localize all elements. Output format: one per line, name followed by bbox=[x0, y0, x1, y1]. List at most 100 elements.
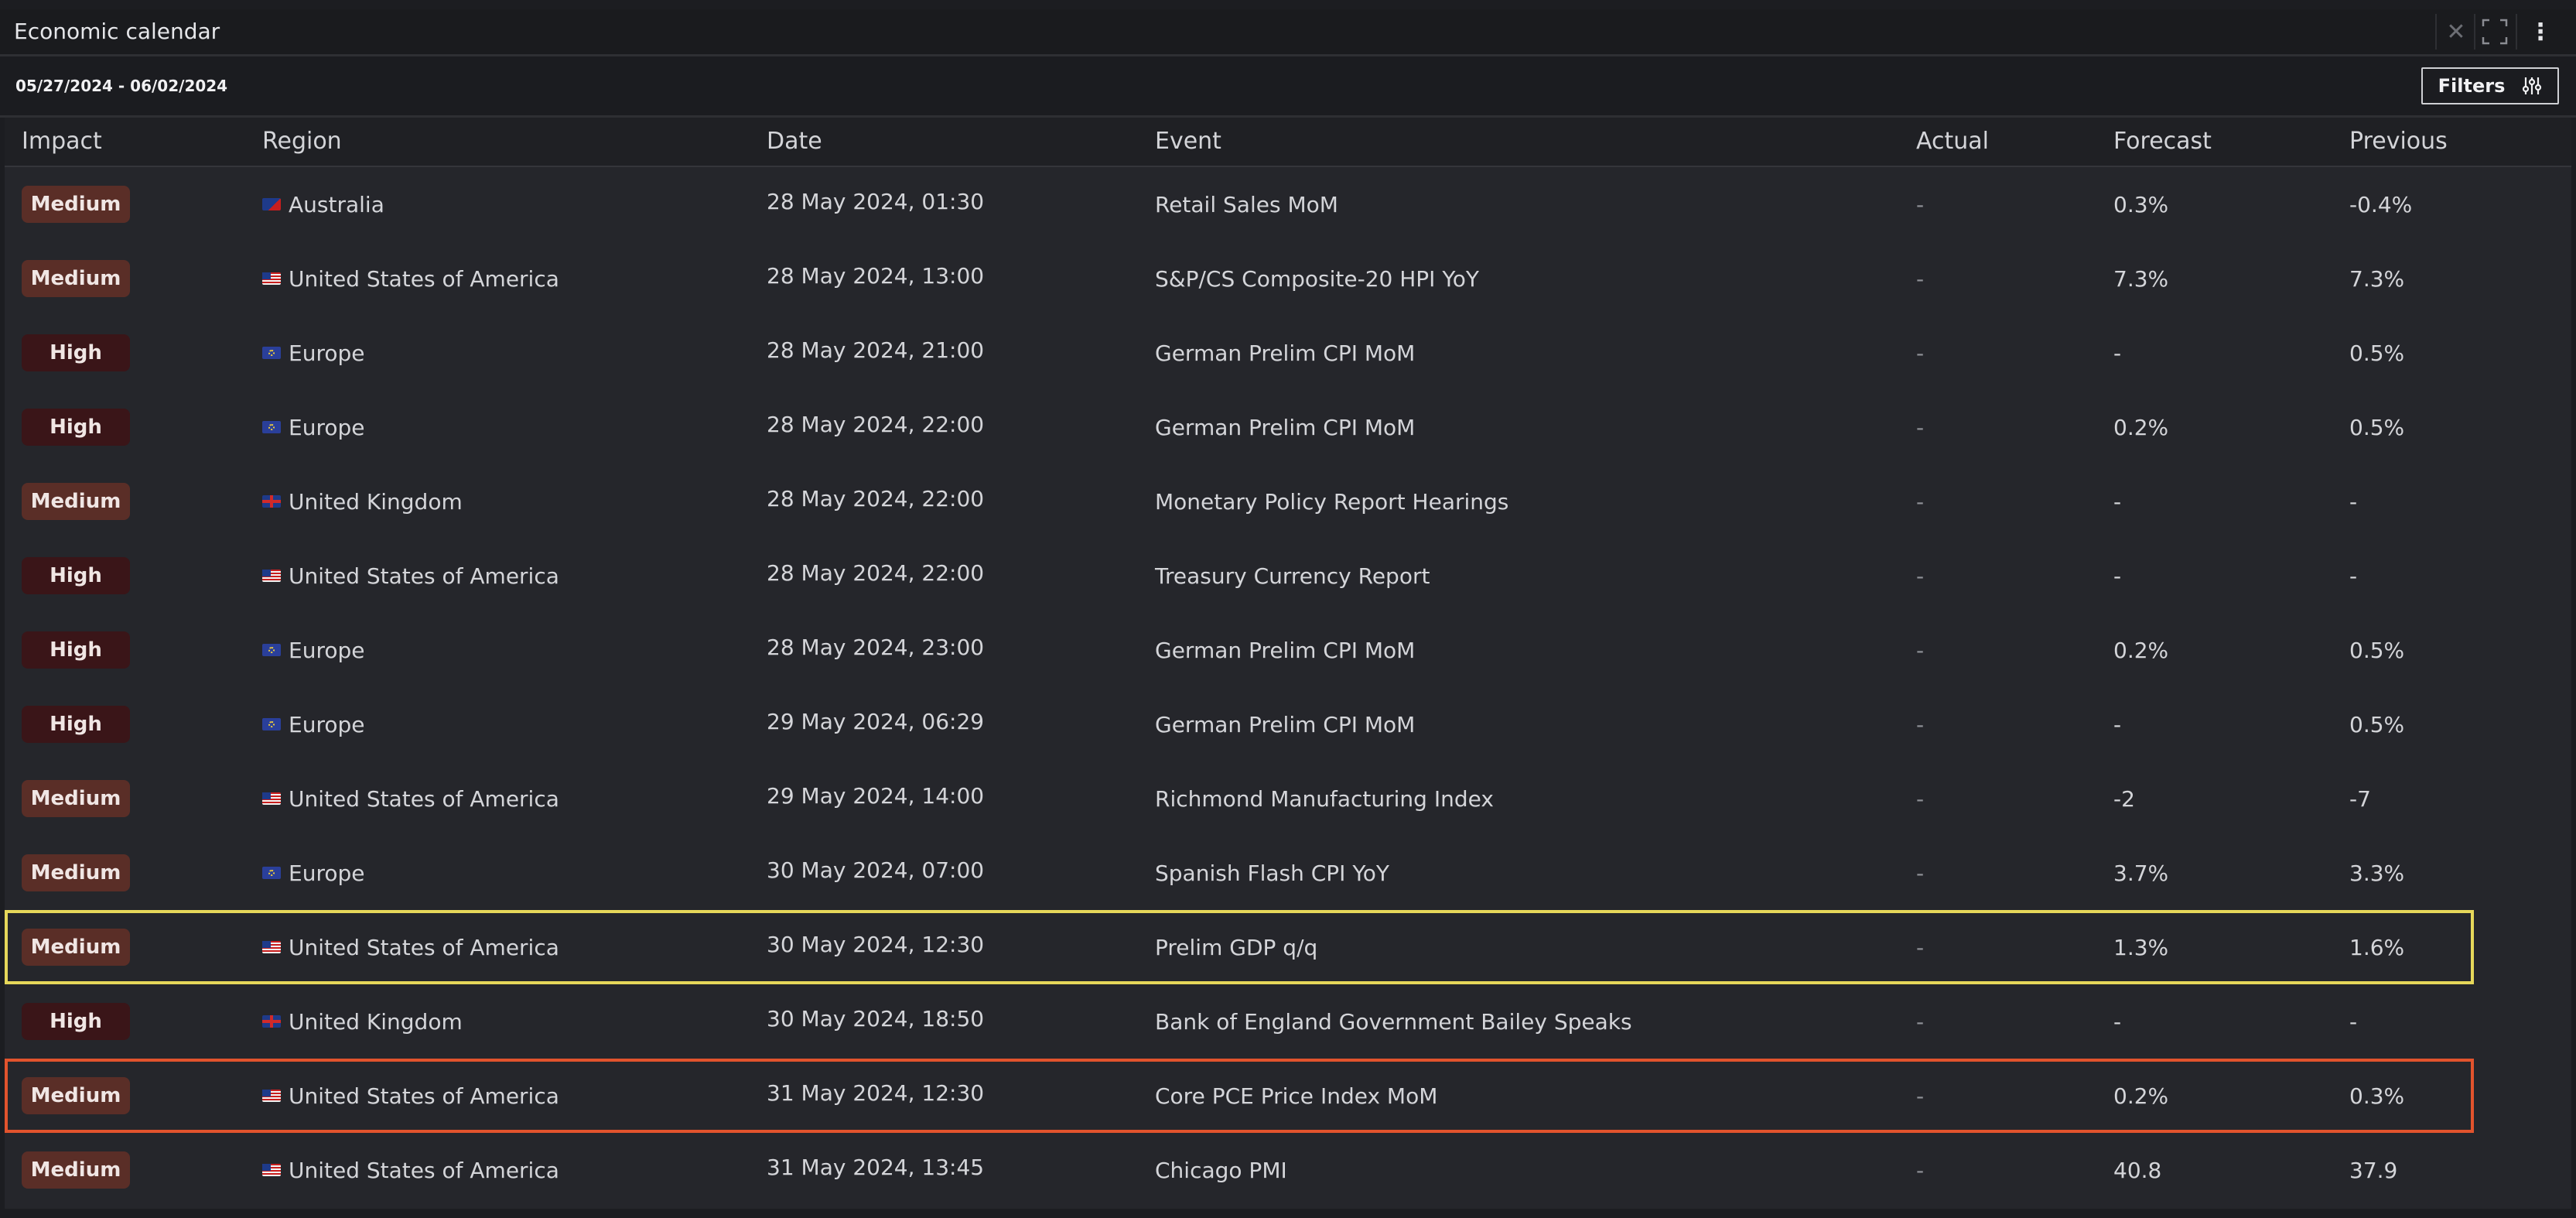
table-row[interactable]: Medium United States of America 30 May 202… bbox=[5, 910, 2474, 984]
more-options-icon[interactable]: ⋮ bbox=[2516, 14, 2564, 50]
forecast-cell: - bbox=[2113, 711, 2122, 737]
region-name: Australia bbox=[289, 191, 384, 217]
event-cell: Spanish Flash CPI YoY bbox=[1155, 860, 1389, 886]
date-cell: 31 May 2024, 13:45 bbox=[767, 1154, 985, 1180]
region-name: United States of America bbox=[289, 563, 559, 589]
date-range[interactable]: 05/27/2024 - 06/02/2024 bbox=[15, 77, 227, 95]
previous-cell: - bbox=[2349, 563, 2358, 589]
table-row[interactable]: Medium Australia 28 May 2024, 01:30 Retail … bbox=[5, 167, 2571, 241]
table-row[interactable]: Medium United States of America 28 May 202… bbox=[5, 241, 2571, 316]
actual-cell: - bbox=[1916, 191, 1925, 217]
region-cell: United Kingdom bbox=[262, 984, 463, 1059]
column-header-forecast[interactable]: Forecast bbox=[2113, 128, 2212, 155]
actual-cell: - bbox=[1916, 1083, 1925, 1109]
table-row[interactable]: Medium United States of America 29 May 202… bbox=[5, 761, 2571, 836]
table-row[interactable]: High United Kingdom 30 May 2024, 18:50 Bank… bbox=[5, 984, 2571, 1059]
region-name: United Kingdom bbox=[289, 488, 463, 515]
date-cell: 29 May 2024, 06:29 bbox=[767, 708, 985, 734]
date-cell: 28 May 2024, 22:00 bbox=[767, 559, 985, 586]
flag-uk-icon bbox=[262, 495, 281, 508]
economic-calendar-window: Economic calendar ✕ ⋮ 05/27/2024 - 06/02… bbox=[0, 0, 2576, 1218]
impact-badge: High bbox=[22, 557, 130, 594]
region-cell: Europe bbox=[262, 316, 364, 390]
region-cell: Europe bbox=[262, 390, 364, 464]
table-row[interactable]: High United States of America 28 May 2024,… bbox=[5, 539, 2571, 613]
column-header-previous[interactable]: Previous bbox=[2349, 128, 2448, 155]
region-cell: United States of America bbox=[262, 761, 559, 836]
actual-cell: - bbox=[1916, 563, 1925, 589]
column-header-impact[interactable]: Impact bbox=[22, 128, 102, 155]
date-cell: 28 May 2024, 23:00 bbox=[767, 634, 985, 660]
region-cell: Europe bbox=[262, 687, 364, 761]
previous-cell: -7 bbox=[2349, 785, 2371, 812]
flag-us-icon bbox=[262, 1164, 281, 1176]
column-header-region[interactable]: Region bbox=[262, 128, 342, 155]
event-cell: German Prelim CPI MoM bbox=[1155, 711, 1416, 737]
event-cell: German Prelim CPI MoM bbox=[1155, 414, 1416, 440]
impact-badge: Medium bbox=[22, 260, 130, 297]
flag-us-icon bbox=[262, 570, 281, 582]
previous-cell: 0.5% bbox=[2349, 711, 2405, 737]
sliders-icon bbox=[2523, 77, 2542, 94]
date-cell: 30 May 2024, 07:00 bbox=[767, 857, 985, 883]
column-header-event[interactable]: Event bbox=[1155, 128, 1221, 155]
table-row[interactable]: Medium United Kingdom 28 May 2024, 22:00 Mo… bbox=[5, 464, 2571, 539]
table-row[interactable]: High Europe 28 May 2024, 21:00 German Preli… bbox=[5, 316, 2571, 390]
region-cell: United States of America bbox=[262, 1133, 559, 1207]
flag-us-icon bbox=[262, 792, 281, 805]
actual-cell: - bbox=[1916, 414, 1925, 440]
region-name: United States of America bbox=[289, 1083, 559, 1109]
region-name: United Kingdom bbox=[289, 1008, 463, 1035]
impact-badge: High bbox=[22, 1003, 130, 1040]
table-row[interactable]: Medium United States of America 31 May 202… bbox=[5, 1059, 2474, 1133]
previous-cell: -0.4% bbox=[2349, 191, 2413, 217]
impact-cell: Medium bbox=[22, 836, 130, 910]
toolbar: 05/27/2024 - 06/02/2024 Filters bbox=[0, 56, 2576, 118]
actual-cell: - bbox=[1916, 1008, 1925, 1035]
table-row[interactable]: Medium United States of America 31 May 202… bbox=[5, 1133, 2571, 1207]
region-name: Europe bbox=[289, 340, 365, 366]
previous-cell: 3.3% bbox=[2349, 860, 2405, 886]
region-cell: United Kingdom bbox=[262, 464, 463, 539]
impact-badge: Medium bbox=[22, 854, 130, 891]
table-row[interactable]: High Europe 28 May 2024, 23:00 German Preli… bbox=[5, 613, 2571, 687]
actual-cell: - bbox=[1916, 1157, 1925, 1183]
impact-badge: High bbox=[22, 631, 130, 669]
table-row[interactable]: Medium Europe 30 May 2024, 07:00 Spanish Fl… bbox=[5, 836, 2571, 910]
column-header-actual[interactable]: Actual bbox=[1916, 128, 1989, 155]
table-row[interactable]: High Europe 28 May 2024, 22:00 German Preli… bbox=[5, 390, 2571, 464]
flag-eu-icon bbox=[262, 718, 281, 730]
flag-eu-icon bbox=[262, 421, 281, 433]
column-header-date[interactable]: Date bbox=[767, 128, 822, 155]
filters-button[interactable]: Filters bbox=[2421, 67, 2559, 104]
filters-label: Filters bbox=[2438, 75, 2506, 97]
close-icon[interactable]: ✕ bbox=[2435, 14, 2475, 50]
forecast-cell: 0.3% bbox=[2113, 191, 2169, 217]
impact-badge: High bbox=[22, 409, 130, 446]
region-cell: Europe bbox=[262, 836, 364, 910]
actual-cell: - bbox=[1916, 340, 1925, 366]
forecast-cell: - bbox=[2113, 1008, 2122, 1035]
flag-us-icon bbox=[262, 272, 281, 285]
event-cell: German Prelim CPI MoM bbox=[1155, 637, 1416, 663]
region-name: United States of America bbox=[289, 1157, 559, 1183]
region-cell: Europe bbox=[262, 613, 364, 687]
actual-cell: - bbox=[1916, 637, 1925, 663]
event-cell: Richmond Manufacturing Index bbox=[1155, 785, 1494, 812]
table-row[interactable]: High Europe 29 May 2024, 06:29 German Preli… bbox=[5, 687, 2571, 761]
previous-cell: - bbox=[2349, 488, 2358, 515]
impact-cell: Medium bbox=[22, 1059, 130, 1133]
forecast-cell: - bbox=[2113, 488, 2122, 515]
impact-badge: Medium bbox=[22, 1151, 130, 1189]
actual-cell: - bbox=[1916, 860, 1925, 886]
impact-badge: Medium bbox=[22, 929, 130, 966]
region-cell: United States of America bbox=[262, 1059, 559, 1133]
impact-badge: Medium bbox=[22, 1077, 130, 1114]
fullscreen-icon[interactable] bbox=[2474, 14, 2514, 50]
forecast-cell: 40.8 bbox=[2113, 1157, 2162, 1183]
forecast-cell: 7.3% bbox=[2113, 265, 2169, 292]
region-cell: United States of America bbox=[262, 539, 559, 613]
event-cell: Core PCE Price Index MoM bbox=[1155, 1083, 1438, 1109]
event-cell: Treasury Currency Report bbox=[1155, 563, 1430, 589]
impact-badge: Medium bbox=[22, 186, 130, 223]
